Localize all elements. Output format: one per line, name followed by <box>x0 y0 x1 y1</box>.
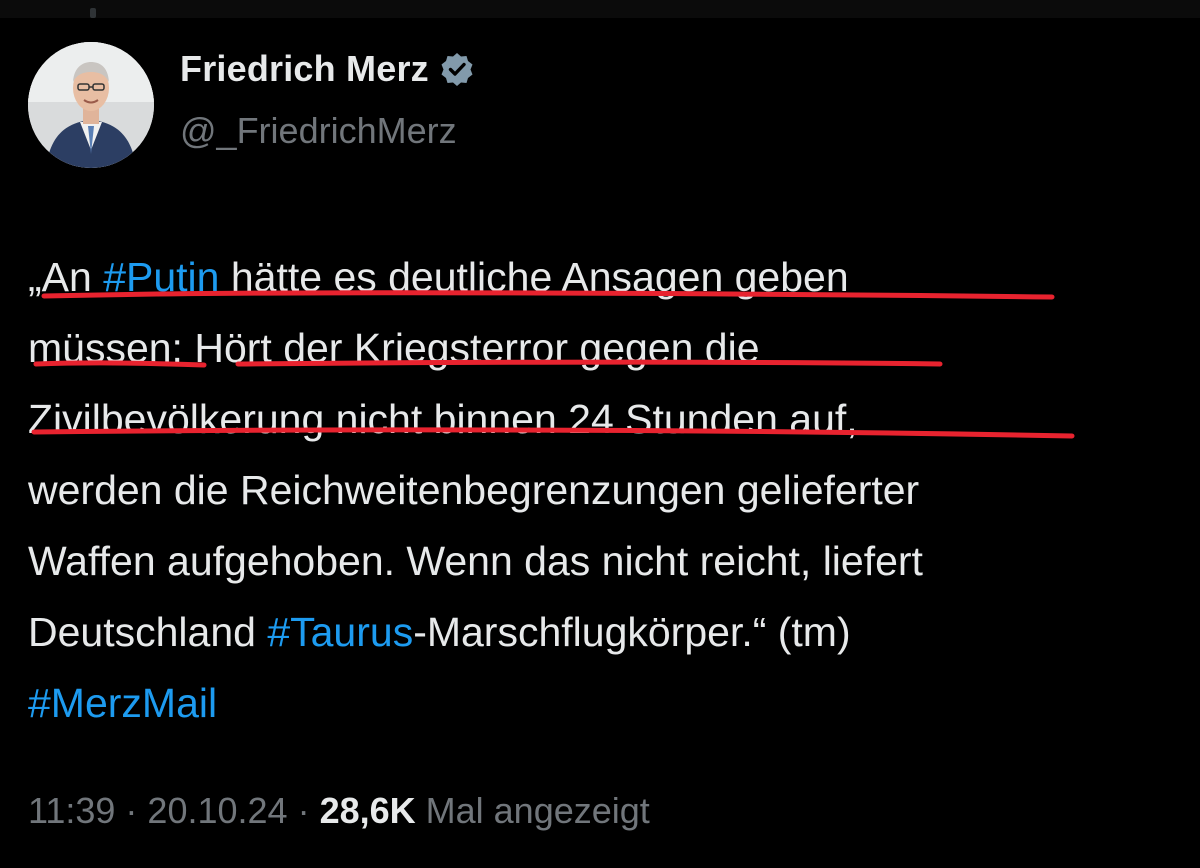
tweet-line-6: Deutschland #Taurus-Marschflugkörper.“ (… <box>28 597 1178 668</box>
top-divider <box>0 0 1200 18</box>
author-name-row[interactable]: Friedrich Merz <box>180 48 475 90</box>
tweet-text-segment: -Marschflugkörper.“ (tm) <box>413 609 851 655</box>
hashtag-link[interactable]: #Putin <box>103 254 219 300</box>
author-name[interactable]: Friedrich Merz <box>180 48 429 90</box>
meta-separator: · <box>287 790 320 831</box>
avatar[interactable] <box>28 42 154 168</box>
tweet-line-5: Waffen aufgehoben. Wenn das nicht reicht… <box>28 538 923 584</box>
tweet-text-segment: „An <box>28 254 104 300</box>
avatar-portrait <box>28 42 154 168</box>
tweet-line-4: werden die Reichweitenbegrenzungen gelie… <box>28 467 920 513</box>
tweet-line-7: #MerzMail <box>28 668 1178 739</box>
author-handle[interactable]: @_FriedrichMerz <box>180 110 457 152</box>
tweet-text-segment: Deutschland <box>28 609 268 655</box>
tweet-date[interactable]: 20.10.24 <box>147 790 287 831</box>
views-count[interactable]: 28,6K <box>320 790 416 831</box>
meta-separator: · <box>115 790 148 831</box>
tweet-text-segment: hätte es deutliche Ansagen geben <box>219 254 849 300</box>
tweet-meta: 11:39 · 20.10.24 · 28,6K Mal angezeigt <box>28 790 650 832</box>
hashtag-link[interactable]: #MerzMail <box>28 680 217 726</box>
tweet-time[interactable]: 11:39 <box>28 790 115 831</box>
tweet-text: „An #Putin hätte es deutliche Ansagen ge… <box>28 242 1178 739</box>
top-marker <box>90 8 96 18</box>
tweet-line-3: Zivilbevölkerung nicht binnen 24 Stunden… <box>28 396 858 442</box>
tweet-line-1: „An #Putin hätte es deutliche Ansagen ge… <box>28 242 1178 313</box>
tweet-line-2: müssen: Hört der Kriegsterror gegen die <box>28 325 760 371</box>
views-label: Mal angezeigt <box>415 790 650 831</box>
hashtag-link[interactable]: #Taurus <box>267 609 413 655</box>
verified-badge-icon <box>439 51 475 87</box>
